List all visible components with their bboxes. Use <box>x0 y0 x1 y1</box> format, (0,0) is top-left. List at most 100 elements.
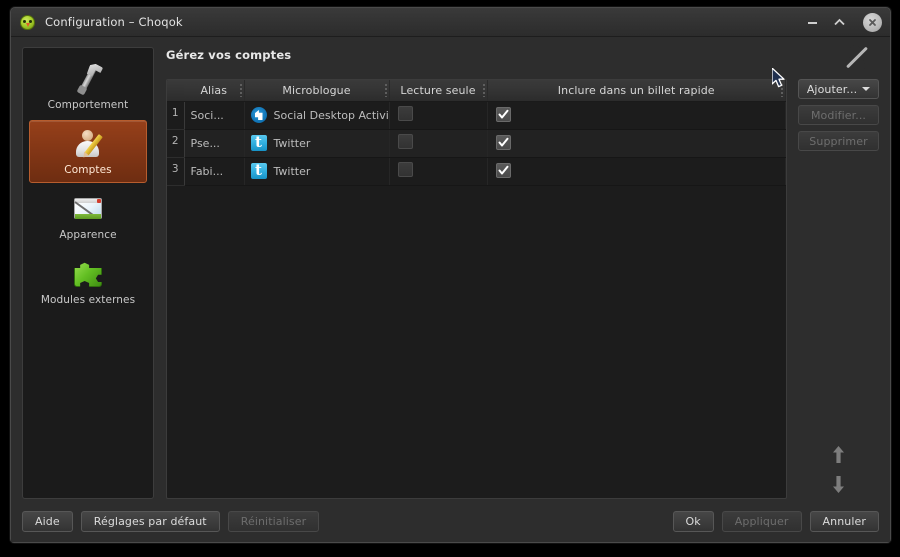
disabled-account-icon <box>841 43 869 71</box>
row-number: 1 <box>167 101 184 129</box>
include-quick-post-checkbox[interactable] <box>496 107 511 122</box>
column-header-alias-label: Alias <box>200 84 227 97</box>
defaults-button[interactable]: Réglages par défaut <box>81 511 220 532</box>
table-header-row: Alias Microblogue Lecture seule <box>167 80 786 101</box>
edit-account-label: Modifier... <box>811 109 866 122</box>
cell-inclure-billet-rapide <box>487 101 786 129</box>
sidebar-item-label: Apparence <box>59 229 116 241</box>
help-button[interactable]: Aide <box>22 511 73 532</box>
cell-microblogue-label: Social Desktop Activities <box>274 109 390 122</box>
cell-microblogue-label: Twitter <box>274 137 311 150</box>
dialog-footer: Aide Réglages par défaut Réinitialiser O… <box>22 499 879 533</box>
column-resize-grip[interactable] <box>483 84 485 97</box>
edit-account-button[interactable]: Modifier... <box>798 105 879 125</box>
accounts-table-element: Alias Microblogue Lecture seule <box>167 80 786 186</box>
sidebar-item-label: Modules externes <box>41 294 135 306</box>
window-body: Comportement Comptes Apparence <box>11 37 890 542</box>
cell-lecture-seule <box>389 129 487 157</box>
arrow-down-icon[interactable] <box>832 476 845 493</box>
sidebar-item-apparence[interactable]: Apparence <box>29 185 147 248</box>
minimize-button[interactable] <box>805 15 820 30</box>
cell-lecture-seule <box>389 157 487 185</box>
row-number: 3 <box>167 157 184 185</box>
column-header-row-number <box>167 80 184 101</box>
social-desktop-activities-icon <box>251 107 267 123</box>
page-title: Gérez vos comptes <box>166 47 291 62</box>
column-header-inclure-billet-rapide[interactable]: Inclure dans un billet rapide <box>487 80 786 101</box>
read-only-checkbox[interactable] <box>398 106 413 121</box>
puzzle-piece-icon <box>71 257 105 291</box>
include-quick-post-checkbox[interactable] <box>496 163 511 178</box>
close-button[interactable] <box>863 13 882 32</box>
table-row[interactable]: 1 Soci... Social Desktop Activities <box>167 101 786 129</box>
add-account-button[interactable]: Ajouter... <box>798 79 879 99</box>
include-quick-post-checkbox[interactable] <box>496 135 511 150</box>
column-header-lecture-seule-label: Lecture seule <box>400 84 475 97</box>
ok-button-label: Ok <box>686 515 701 528</box>
cancel-button-label: Annuler <box>823 515 867 528</box>
reset-button[interactable]: Réinitialiser <box>228 511 320 532</box>
cell-inclure-billet-rapide <box>487 129 786 157</box>
ok-button[interactable]: Ok <box>673 511 714 532</box>
cancel-button[interactable]: Annuler <box>810 511 880 532</box>
add-account-label: Ajouter... <box>807 83 857 96</box>
sidebar-item-modules-externes[interactable]: Modules externes <box>29 250 147 313</box>
window-appearance-icon <box>71 192 105 226</box>
column-resize-grip[interactable] <box>240 84 242 97</box>
title-bar[interactable]: Configuration – Choqok <box>11 8 890 37</box>
cell-microblogue: Social Desktop Activities <box>244 101 389 129</box>
column-header-microblogue[interactable]: Microblogue <box>244 80 389 101</box>
wrench-icon <box>71 62 105 96</box>
sidebar-item-label: Comportement <box>48 99 129 111</box>
table-row[interactable]: 2 Pse... Twitter <box>167 129 786 157</box>
table-row[interactable]: 3 Fabi... Twitter <box>167 157 786 185</box>
help-button-label: Aide <box>35 515 60 528</box>
column-header-lecture-seule[interactable]: Lecture seule <box>389 80 487 101</box>
maximize-button[interactable] <box>832 15 847 30</box>
delete-account-button[interactable]: Supprimer <box>798 131 879 151</box>
cell-microblogue: Twitter <box>244 129 389 157</box>
settings-sidebar: Comportement Comptes Apparence <box>22 47 154 499</box>
panel-header: Gérez vos comptes <box>166 47 879 79</box>
cell-alias: Pse... <box>184 129 244 157</box>
cell-alias: Soci... <box>184 101 244 129</box>
configuration-window: Configuration – Choqok <box>10 7 891 543</box>
column-resize-grip[interactable] <box>781 84 783 97</box>
twitter-icon <box>251 163 267 179</box>
window-controls <box>805 13 884 32</box>
window-title: Configuration – Choqok <box>45 15 183 29</box>
content-row: Comportement Comptes Apparence <box>22 47 879 499</box>
account-actions: Ajouter... Modifier... Supprimer <box>787 79 879 499</box>
person-pencil-icon <box>71 127 105 161</box>
apply-button-label: Appliquer <box>735 515 789 528</box>
table-body: 1 Soci... Social Desktop Activities <box>167 101 786 185</box>
read-only-checkbox[interactable] <box>398 134 413 149</box>
delete-account-label: Supprimer <box>809 135 867 148</box>
reset-button-label: Réinitialiser <box>241 515 307 528</box>
row-number: 2 <box>167 129 184 157</box>
defaults-button-label: Réglages par défaut <box>94 515 207 528</box>
column-header-alias[interactable]: Alias <box>184 80 244 101</box>
table-area: Alias Microblogue Lecture seule <box>166 79 879 499</box>
column-header-inclure-label: Inclure dans un billet rapide <box>558 84 715 97</box>
sidebar-item-comportement[interactable]: Comportement <box>29 55 147 118</box>
sidebar-item-comptes[interactable]: Comptes <box>29 120 147 183</box>
column-header-microblogue-label: Microblogue <box>282 84 350 97</box>
dialog-primary-actions: Ok Appliquer Annuler <box>673 511 879 532</box>
accounts-table[interactable]: Alias Microblogue Lecture seule <box>166 79 787 499</box>
chevron-down-icon <box>862 87 870 91</box>
arrow-up-icon[interactable] <box>832 446 845 463</box>
cell-microblogue: Twitter <box>244 157 389 185</box>
choqok-bird-icon <box>19 14 36 31</box>
main-panel: Gérez vos comptes Alias <box>154 47 879 499</box>
cell-alias: Fabi... <box>184 157 244 185</box>
apply-button[interactable]: Appliquer <box>722 511 802 532</box>
read-only-checkbox[interactable] <box>398 162 413 177</box>
table-head: Alias Microblogue Lecture seule <box>167 80 786 101</box>
cell-inclure-billet-rapide <box>487 157 786 185</box>
sidebar-item-label: Comptes <box>64 164 111 176</box>
column-resize-grip[interactable] <box>385 84 387 97</box>
reorder-controls <box>798 446 879 499</box>
twitter-icon <box>251 135 267 151</box>
cell-lecture-seule <box>389 101 487 129</box>
